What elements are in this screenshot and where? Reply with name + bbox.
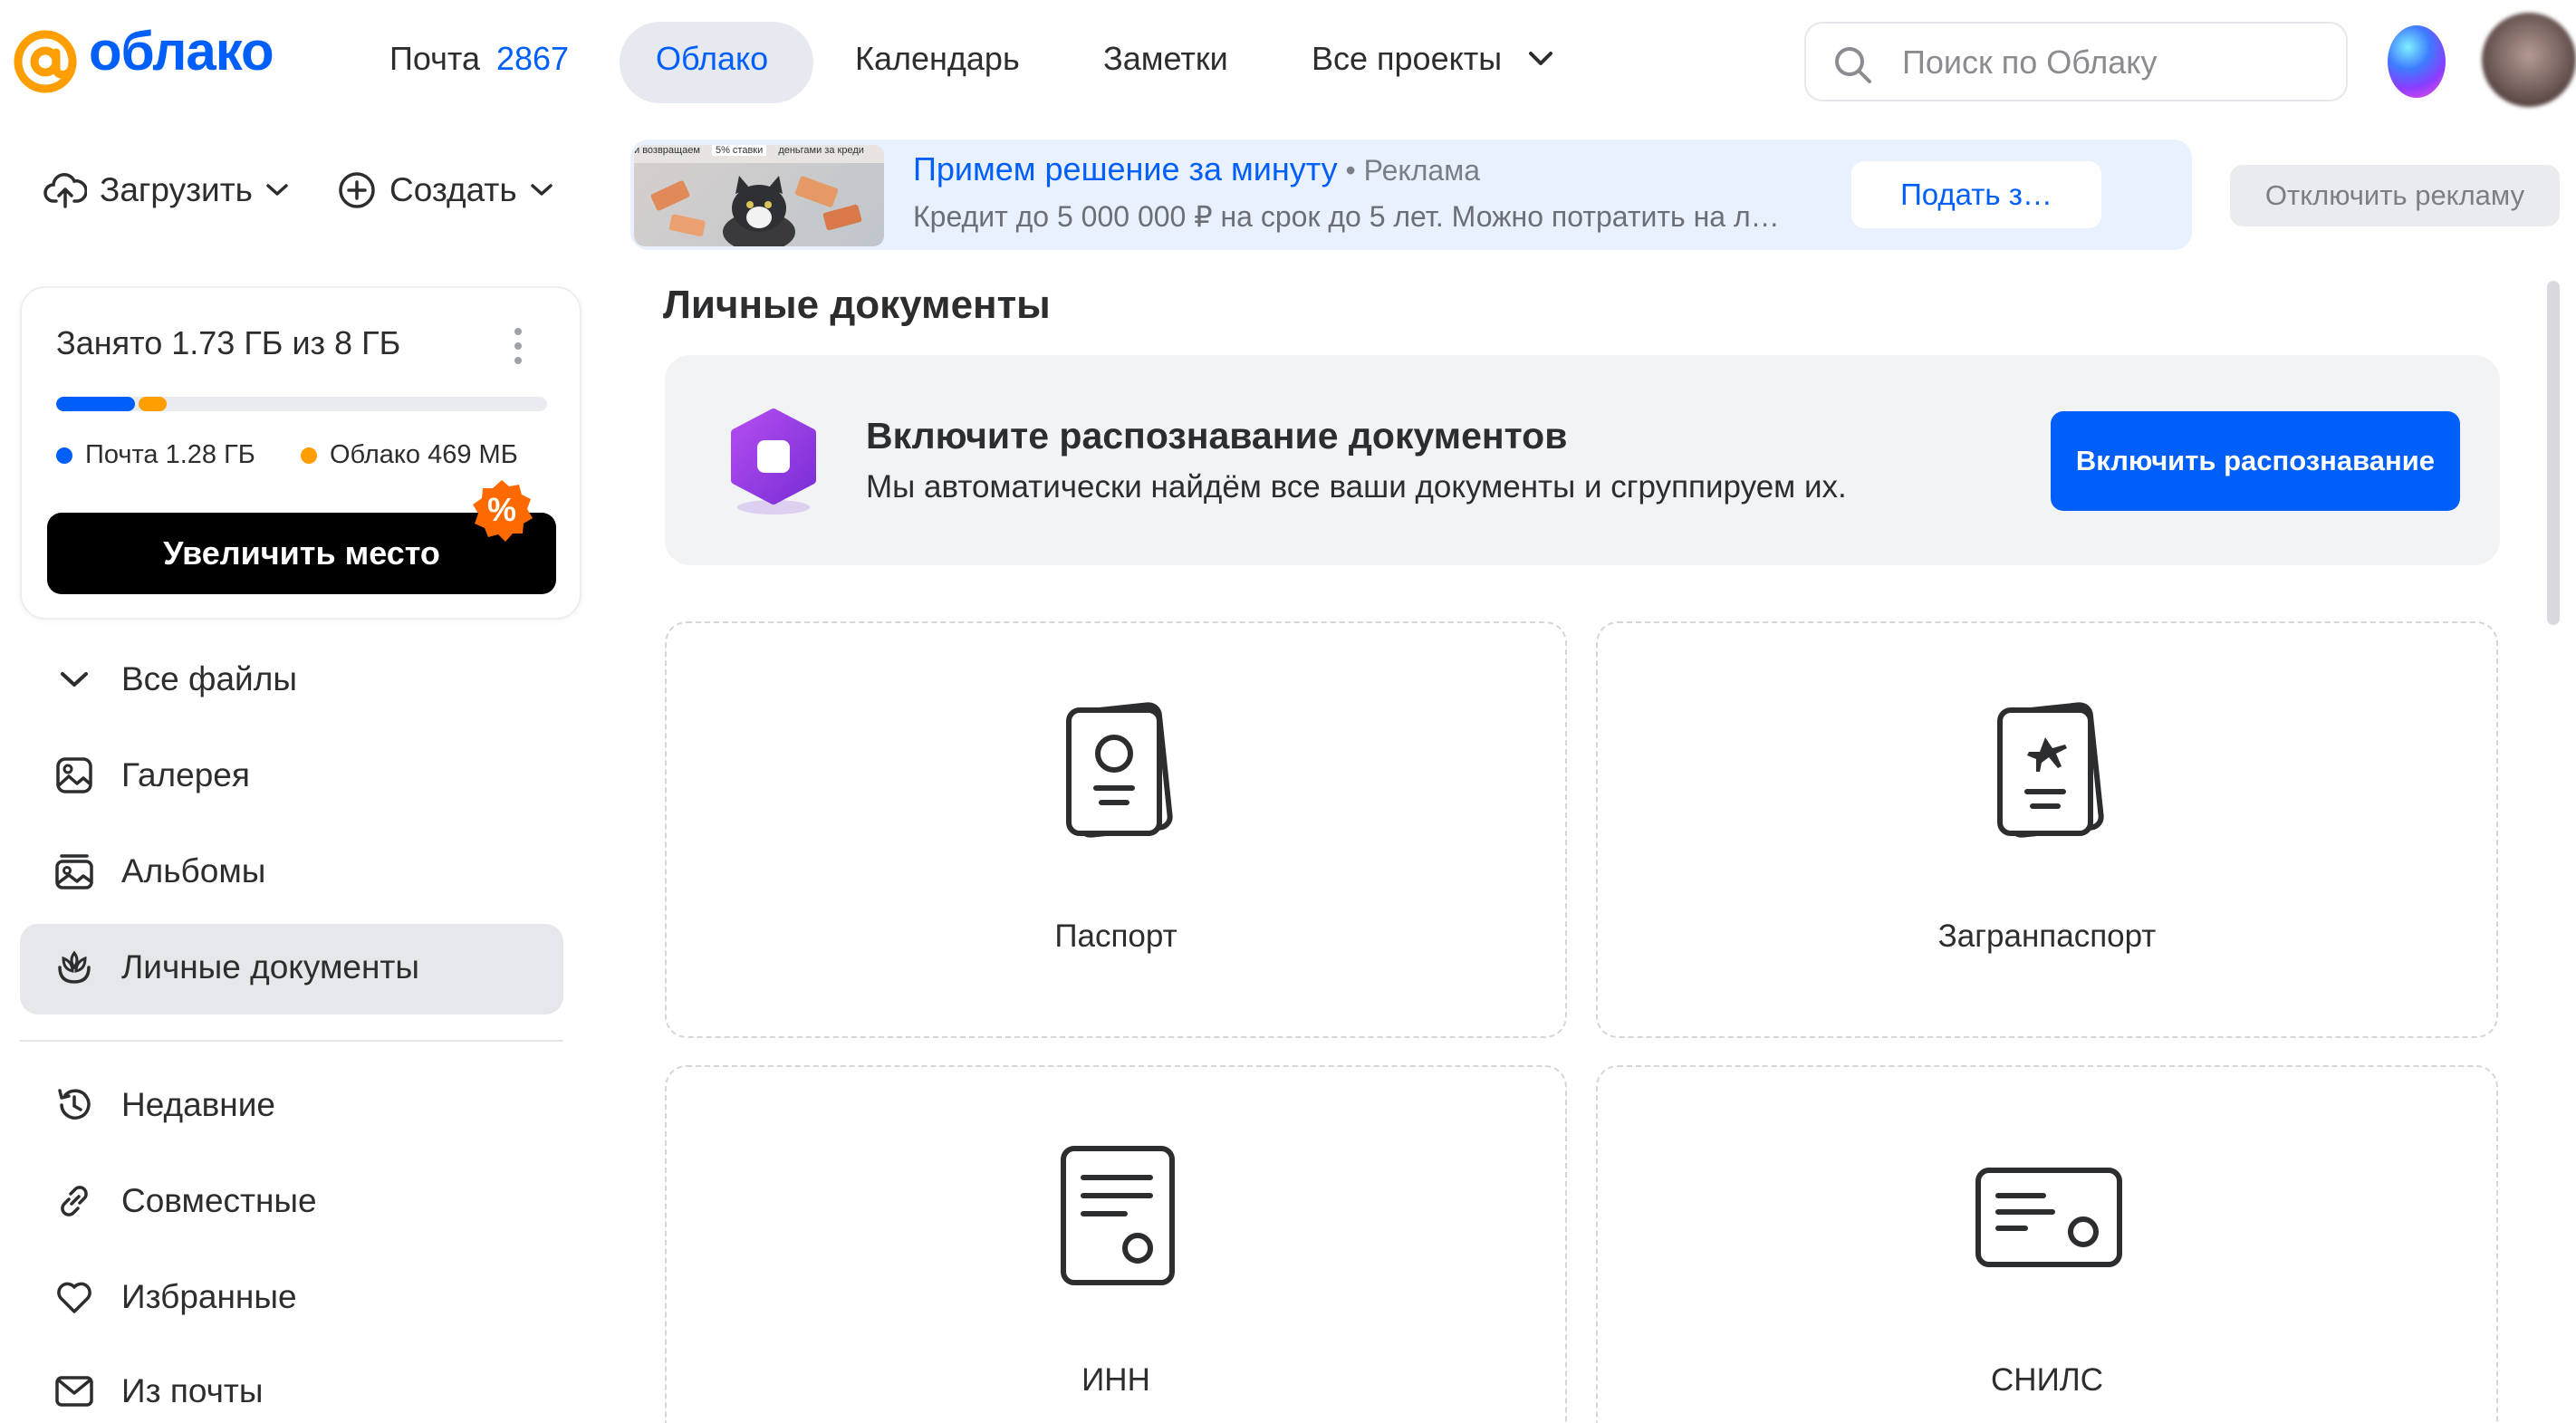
ad-title: Примем решение за минуту [913, 150, 1338, 187]
promo-heading: Включите распознавание документов [866, 415, 1568, 457]
storage-mail-fill [56, 397, 135, 411]
create-label: Создать [389, 171, 517, 208]
chevron-down-icon [61, 672, 88, 687]
storage-cloud-fill [139, 397, 167, 411]
disable-ads-button[interactable]: Отключить рекламу [2230, 165, 2560, 226]
upload-label: Загрузить [100, 171, 253, 208]
doc-card-snils[interactable]: СНИЛС [1596, 1065, 2498, 1423]
doc-card-label: СНИЛС [1991, 1362, 2103, 1398]
sidebar-divider [20, 1040, 563, 1042]
nav-cloud[interactable]: Облако [656, 40, 768, 78]
storage-menu-icon[interactable] [513, 328, 524, 364]
assistant-orb-icon[interactable] [2388, 25, 2446, 98]
ad-text: Кредит до 5 000 000 ₽ на срок до 5 лет. … [913, 200, 1780, 233]
ad-image-caption-mid: 5% ставки [711, 145, 767, 156]
sidebar-item-label: Недавние [121, 1086, 275, 1123]
doc-card-international-passport[interactable]: Загранпаспорт [1596, 621, 2498, 1038]
chevron-down-icon [530, 184, 553, 196]
gallery-icon [56, 757, 92, 793]
sidebar-item-shared[interactable]: Совместные [54, 1181, 317, 1221]
nav-all-projects[interactable]: Все проекты [1312, 40, 1554, 78]
sidebar-item-label: Личные документы [121, 948, 419, 986]
international-passport-icon [1997, 702, 2104, 838]
albums-icon [55, 854, 93, 889]
search-input[interactable] [1900, 40, 2321, 85]
recognition-hexagon-icon [731, 409, 816, 514]
chevron-down-icon [1529, 52, 1553, 65]
doc-card-inn[interactable]: ИНН [665, 1065, 1567, 1423]
doc-card-passport[interactable]: Паспорт [665, 621, 1567, 1038]
inn-document-icon [1061, 1146, 1175, 1285]
sidebar-item-recent[interactable]: Недавние [54, 1085, 275, 1125]
legend-cloud-label: Облако 469 МБ [330, 440, 518, 469]
main-scrollbar[interactable] [2547, 281, 2560, 625]
sidebar-item-all-files[interactable]: Все файлы [54, 659, 297, 699]
sidebar-item-from-mail[interactable]: Из почты [54, 1371, 263, 1411]
heart-icon [57, 1282, 91, 1313]
link-icon [61, 1186, 88, 1216]
ad-image-caption-left: и возвращаем [634, 145, 700, 156]
sidebar-item-label: Галерея [121, 756, 250, 793]
nav-notes[interactable]: Заметки [1103, 40, 1228, 78]
sidebar-item-personal-documents[interactable]: Личные документы [54, 947, 419, 987]
mail-dot-icon [56, 447, 72, 464]
upload-cloud-icon [43, 173, 87, 208]
legend-cloud: Облако 469 МБ [301, 440, 518, 470]
page-title: Личные документы [663, 283, 1051, 327]
avatar[interactable] [2482, 13, 2576, 107]
legend-mail-label: Почта 1.28 ГБ [85, 440, 255, 469]
doc-card-label: Загранпаспорт [1937, 918, 2157, 954]
ad-image[interactable]: и возвращаем 5% ставки деньгами за креди [634, 145, 884, 246]
search-box[interactable] [1804, 22, 2348, 101]
storage-progress-bar [56, 397, 547, 411]
sidebar-item-label: Альбомы [121, 852, 266, 889]
sidebar-item-gallery[interactable]: Галерея [54, 755, 250, 795]
ad-image-caption-right: деньгами за креди [778, 145, 864, 156]
passport-icon [1066, 702, 1173, 838]
enable-recognition-button[interactable]: Включить распознавание [2051, 411, 2460, 511]
sidebar-item-label: Совместные [121, 1182, 317, 1219]
doc-card-label: Паспорт [1054, 918, 1177, 954]
nav-all-projects-label: Все проекты [1312, 40, 1503, 77]
logo-at-icon[interactable] [9, 25, 82, 98]
legend-mail: Почта 1.28 ГБ [56, 440, 255, 470]
logo-text[interactable]: облако [89, 20, 274, 82]
discount-badge: % [469, 478, 534, 543]
mail-icon [55, 1376, 93, 1407]
ad-label: • Реклама [1337, 154, 1480, 187]
sidebar-item-favorites[interactable]: Избранные [54, 1277, 297, 1317]
sidebar-item-label: Из почты [121, 1372, 264, 1409]
history-icon [58, 1089, 91, 1120]
sidebar-item-label: Все файлы [121, 660, 297, 697]
sidebar-item-albums[interactable]: Альбомы [54, 851, 265, 891]
sidebar-item-label: Избранные [121, 1278, 297, 1315]
chevron-down-icon [266, 184, 288, 196]
doc-card-label: ИНН [1081, 1362, 1150, 1398]
storage-title: Занято 1.73 ГБ из 8 ГБ [56, 324, 401, 361]
nav-calendar[interactable]: Календарь [855, 40, 1020, 78]
promo-subtitle: Мы автоматически найдём все ваши докумен… [866, 469, 1847, 505]
plus-circle-icon [339, 172, 375, 208]
create-button[interactable]: Создать [337, 170, 553, 210]
ad-title-row[interactable]: Примем решение за минуту • Реклама [913, 150, 1480, 188]
cloud-dot-icon [301, 447, 317, 464]
search-icon [1835, 47, 1871, 83]
snils-card-icon [1975, 1168, 2122, 1267]
upload-button[interactable]: Загрузить [43, 170, 289, 210]
nav-mail[interactable]: Почта 2867 [389, 40, 569, 78]
discount-badge-text: % [486, 491, 516, 528]
documents-icon [58, 950, 91, 984]
mail-unread-count: 2867 [495, 40, 570, 77]
ad-action-button[interactable]: Подать з… [1851, 161, 2101, 228]
nav-mail-label: Почта [389, 40, 480, 77]
